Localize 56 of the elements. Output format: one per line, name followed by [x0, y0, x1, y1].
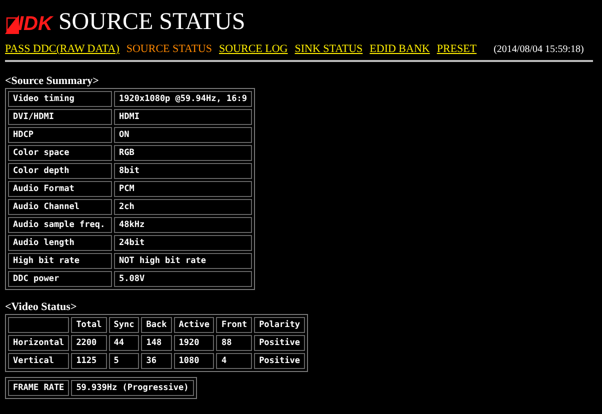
table-cell: Audio Format	[8, 181, 112, 197]
table-cell: 36	[141, 353, 172, 369]
table-cell: 8bit	[114, 163, 252, 179]
table-cell: 148	[141, 335, 172, 351]
table-cell: 1920	[174, 335, 214, 351]
table-cell: Audio sample freq.	[8, 217, 112, 233]
nav-link[interactable]: SOURCE LOG	[219, 44, 288, 55]
table-cell: 4	[216, 353, 252, 369]
table-cell: Vertical	[8, 353, 70, 369]
table-cell: 44	[108, 335, 140, 351]
table-cell: 2200	[71, 335, 107, 351]
timestamp: (2014/08/04 15:59:18)	[494, 44, 584, 54]
nav-link[interactable]: SINK STATUS	[294, 44, 363, 55]
table-cell: Audio length	[8, 235, 112, 251]
table-cell: 1920x1080p @59.94Hz, 16:9	[114, 91, 252, 107]
table-cell: 5	[108, 353, 140, 369]
column-header: Sync	[108, 317, 140, 333]
table-cell: HDMI	[114, 109, 252, 125]
nav-link[interactable]: PASS DDC(RAW DATA)	[5, 44, 120, 55]
logo-wedge-icon	[5, 14, 19, 34]
section-heading: <Source Summary>	[5, 76, 100, 87]
table-cell: FRAME RATE	[8, 380, 70, 396]
page-title: SOURCE STATUS	[58, 10, 246, 34]
column-header: Polarity	[254, 317, 306, 333]
column-header: Back	[141, 317, 172, 333]
table-cell: 2ch	[114, 199, 252, 215]
table-cell: Positive	[254, 353, 306, 369]
table-cell: ON	[114, 127, 252, 143]
table-cell: DVI/HDMI	[8, 109, 112, 125]
table-cell: 1080	[174, 353, 214, 369]
table-cell: Color space	[8, 145, 112, 161]
table-cell: Positive	[254, 335, 306, 351]
column-header: Active	[174, 317, 214, 333]
table-cell: NOT high bit rate	[114, 253, 252, 269]
table-cell: Video timing	[8, 91, 112, 107]
section-heading: <Video Status>	[5, 302, 78, 313]
table-cell: 1125	[71, 353, 107, 369]
table-cell: HDCP	[8, 127, 112, 143]
table-cell: Horizontal	[8, 335, 70, 351]
table-cell: 5.08V	[114, 271, 252, 287]
table-cell: Color depth	[8, 163, 112, 179]
nav-link[interactable]: EDID BANK	[370, 44, 430, 55]
table-cell: 59.939Hz (Progressive)	[71, 380, 194, 396]
table-cell: DDC power	[8, 271, 112, 287]
table-cell: High bit rate	[8, 253, 112, 269]
nav-link[interactable]: PRESET	[436, 44, 477, 55]
table-cell: 24bit	[114, 235, 252, 251]
table-cell: Audio Channel	[8, 199, 112, 215]
table-cell: RGB	[114, 145, 252, 161]
logo-text: IDK	[18, 14, 52, 34]
table-cell: 88	[216, 335, 252, 351]
column-header: Front	[216, 317, 252, 333]
column-header: Total	[71, 317, 107, 333]
table-cell: 48kHz	[114, 217, 252, 233]
table-cell: PCM	[114, 181, 252, 197]
nav-link[interactable]: SOURCE STATUS	[126, 44, 212, 55]
